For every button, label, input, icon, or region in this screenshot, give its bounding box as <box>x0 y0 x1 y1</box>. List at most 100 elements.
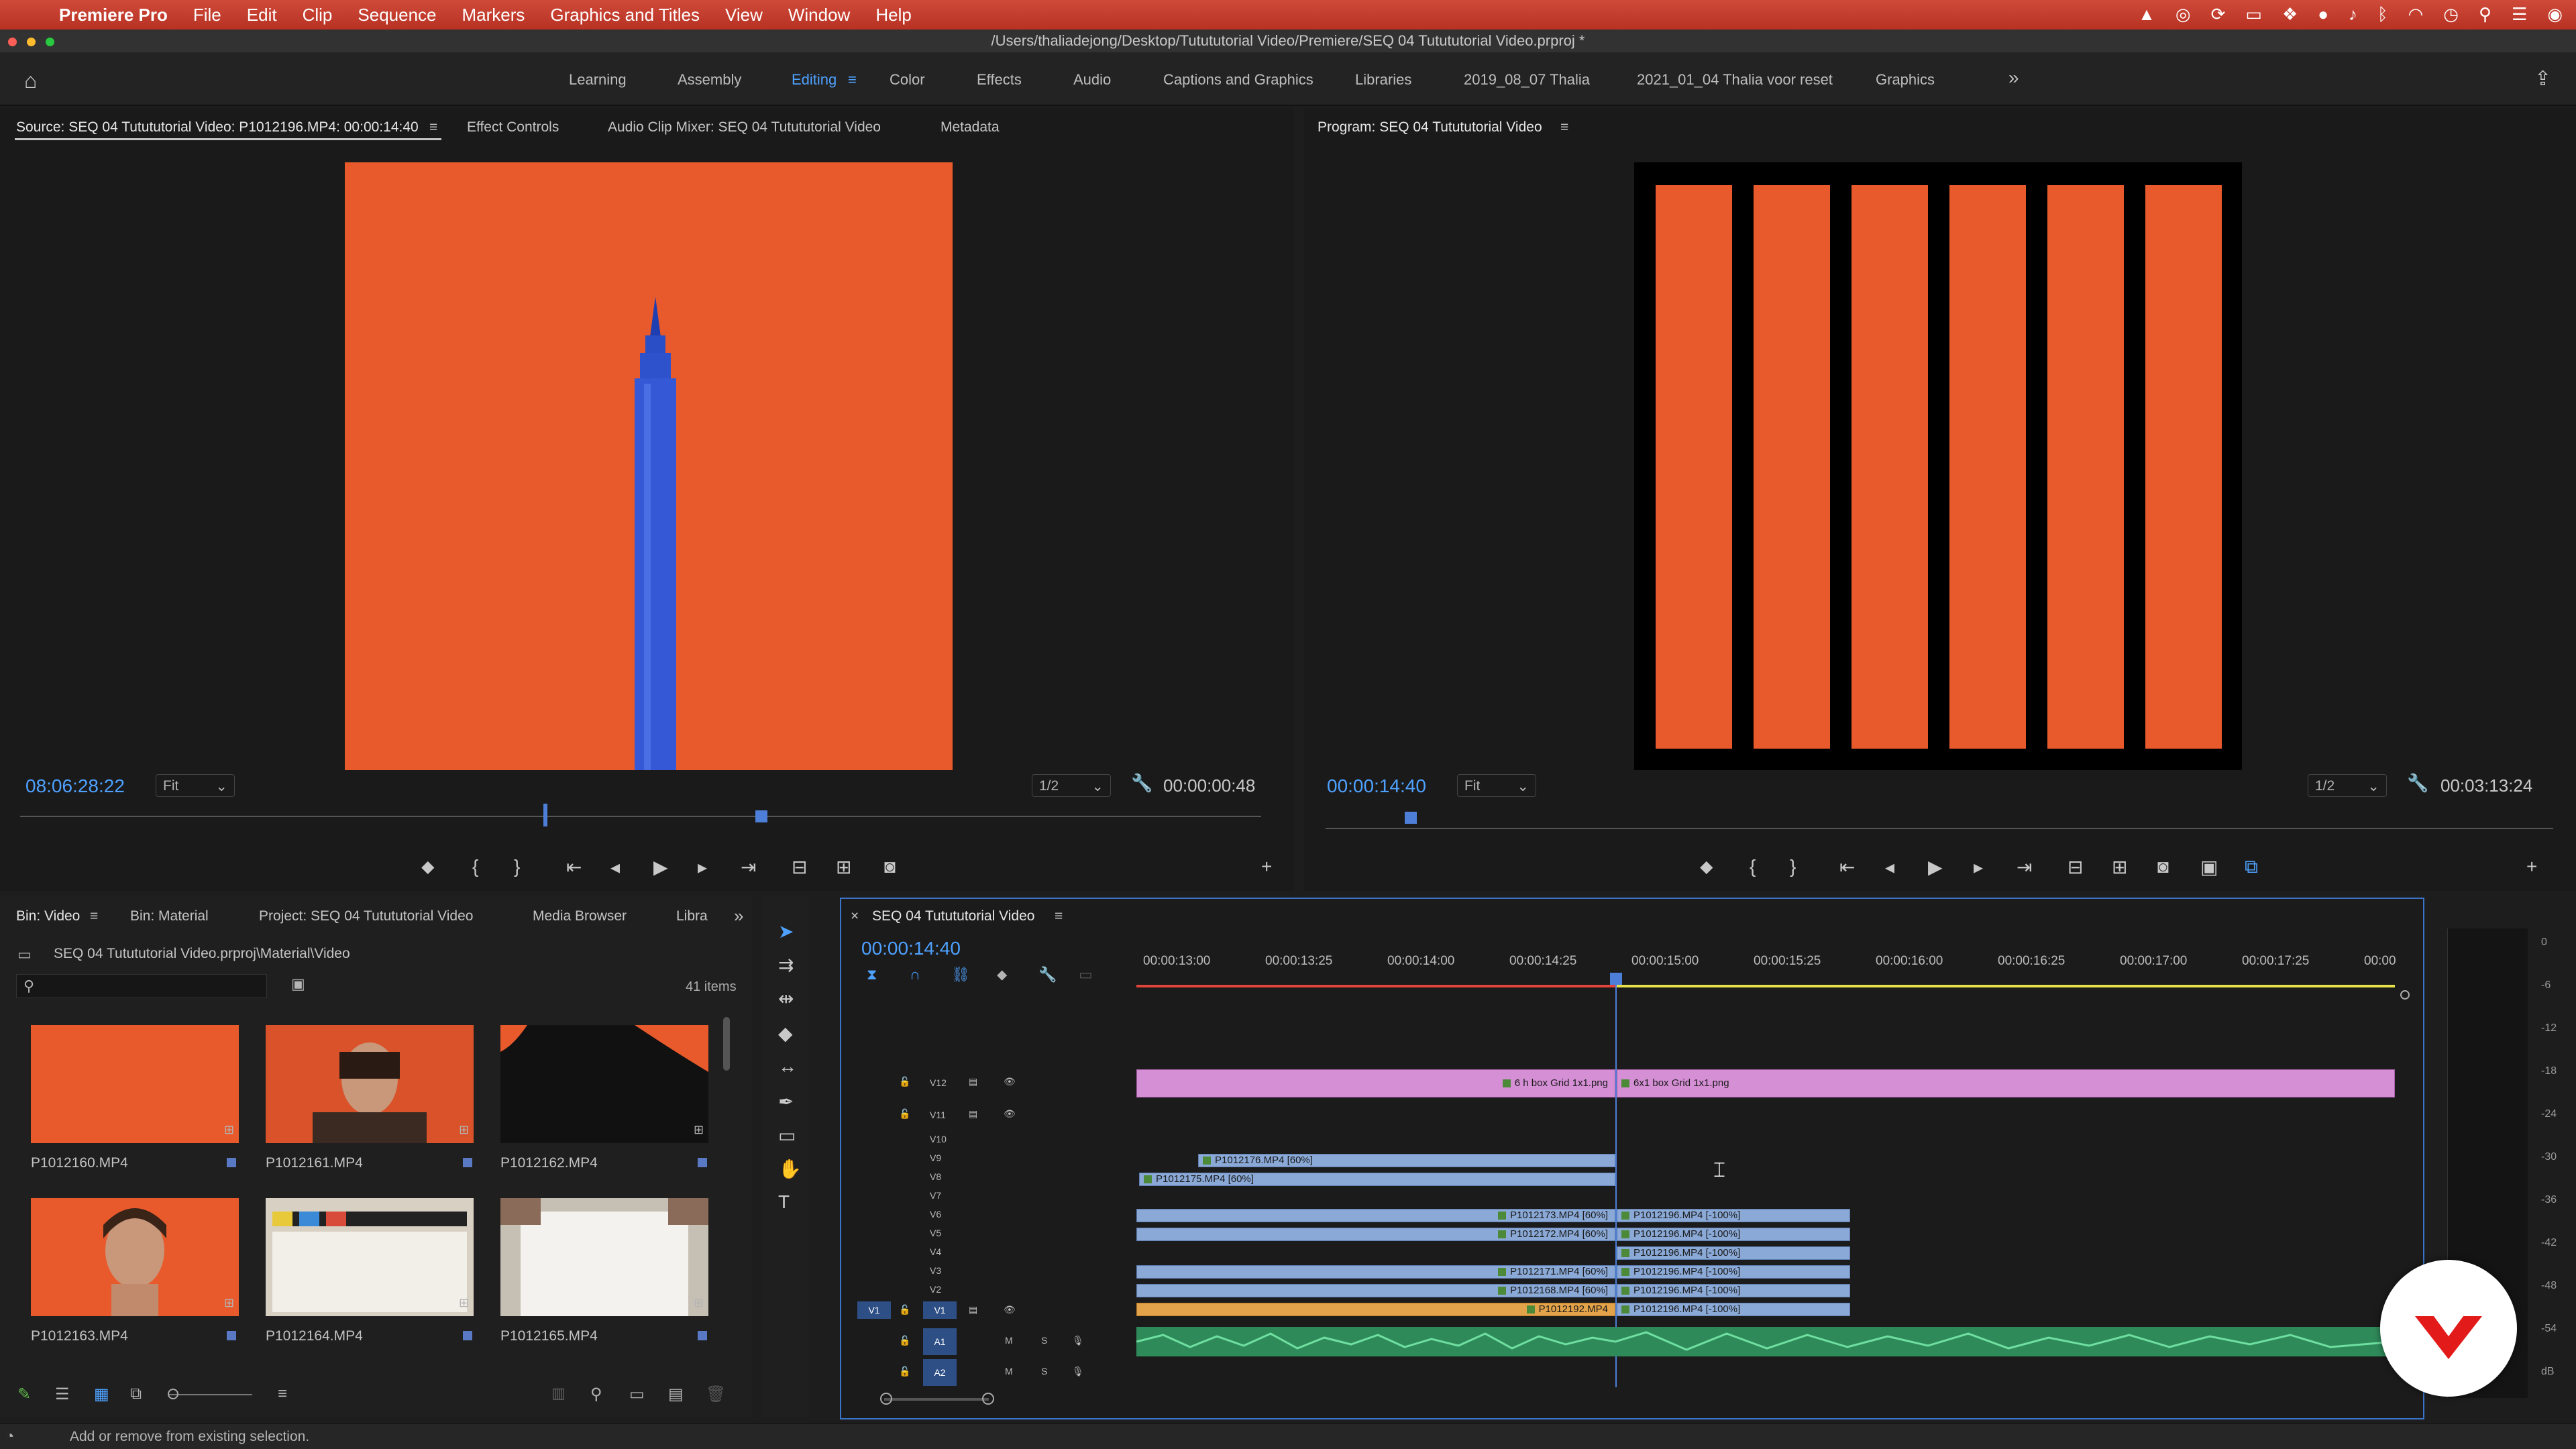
source-fit-dropdown[interactable]: Fit ⌄ <box>156 774 235 797</box>
step-back-icon[interactable]: ◂ <box>610 856 620 878</box>
lift-icon[interactable]: ⊟ <box>2068 856 2083 878</box>
snap-icon[interactable]: ∩ <box>910 966 920 983</box>
timeline-zoom-handle-left[interactable] <box>880 1393 892 1405</box>
mic-icon[interactable]: 🎙 <box>1072 1366 1084 1377</box>
list-view-icon[interactable]: ☰ <box>55 1385 70 1404</box>
more-tabs-icon[interactable]: » <box>734 906 743 926</box>
menu-window[interactable]: Window <box>788 5 850 25</box>
new-bin-icon[interactable]: ▭ <box>629 1385 645 1404</box>
sequence-menu-icon[interactable]: ≡ <box>1055 908 1063 924</box>
lock-icon[interactable]: 🔓 <box>899 1108 910 1120</box>
cone-icon[interactable]: ▲ <box>2138 4 2155 25</box>
type-tool-icon[interactable]: T <box>778 1191 790 1213</box>
proxy-toggle-icon[interactable]: ⧉ <box>2245 856 2258 878</box>
rectangle-tool-icon[interactable]: ▭ <box>778 1124 796 1146</box>
control-center-icon[interactable]: ☰ <box>2512 4 2527 25</box>
extract-icon[interactable]: ⊞ <box>2112 856 2127 878</box>
project-tab[interactable]: Project: SEQ 04 Tutututorial Video <box>259 908 473 924</box>
lock-icon[interactable]: 🔓 <box>899 1076 910 1087</box>
program-timecode[interactable]: 00:00:14:40 <box>1327 775 1426 797</box>
zoom-slider-handle[interactable] <box>168 1389 178 1399</box>
selection-tool-icon[interactable]: ➤ <box>778 920 794 943</box>
thumbnail-p1012163[interactable] <box>31 1198 239 1316</box>
ghost-icon[interactable]: ● <box>2318 4 2328 25</box>
program-mark-in-icon[interactable]: { <box>1750 856 1756 877</box>
timeline-scroll-handle[interactable] <box>2400 990 2410 1000</box>
bin-item-label[interactable]: P1012160.MP4 <box>31 1155 128 1171</box>
bin-material-tab[interactable]: Bin: Material <box>130 908 209 924</box>
eye-icon[interactable]: 👁 <box>1004 1076 1016 1087</box>
program-step-back-icon[interactable]: ◂ <box>1885 856 1894 878</box>
minimize-window-button[interactable] <box>27 38 36 46</box>
lock-icon[interactable]: 🔓 <box>899 1304 910 1316</box>
nest-toggle-icon[interactable]: ⧗ <box>867 966 877 983</box>
eye-icon[interactable]: 👁 <box>1004 1304 1016 1316</box>
thumbnail-p1012161[interactable] <box>266 1025 474 1143</box>
track-label-v4[interactable]: V4 <box>930 1246 941 1257</box>
insert-icon[interactable]: ⊟ <box>792 856 807 878</box>
program-scrubber-track[interactable] <box>1326 828 2553 829</box>
screen-icon[interactable]: ▭ <box>2245 4 2262 25</box>
workspace-assembly[interactable]: Assembly <box>678 71 741 89</box>
thumbnail-p1012164[interactable] <box>266 1198 474 1316</box>
bin-item-label[interactable]: P1012162.MP4 <box>500 1155 598 1171</box>
track-target-v1[interactable]: V1 <box>923 1301 957 1319</box>
track-label-v6[interactable]: V6 <box>930 1209 941 1220</box>
bin-video-menu-icon[interactable]: ≡ <box>90 908 98 924</box>
slip-tool-icon[interactable]: ↔ <box>778 1056 797 1077</box>
metadata-tab[interactable]: Metadata <box>941 119 1000 136</box>
clip-v3-b[interactable]: P1012196.MP4 [-100%] <box>1617 1265 1850 1279</box>
program-play-icon[interactable]: ▶ <box>1928 856 1943 878</box>
menu-view[interactable]: View <box>725 5 763 25</box>
workspace-graphics[interactable]: Graphics <box>1876 71 1935 89</box>
clock-icon[interactable]: ◷ <box>2443 4 2459 25</box>
workspace-learning[interactable]: Learning <box>569 71 627 89</box>
sync-lock-icon[interactable]: ▤ <box>969 1304 977 1316</box>
timeline-horizontal-scrollbar[interactable] <box>884 1398 989 1401</box>
thumbnail-p1012165[interactable] <box>500 1198 708 1316</box>
track-label-v5[interactable]: V5 <box>930 1228 941 1238</box>
new-search-bin-icon[interactable]: ▣ <box>291 975 305 993</box>
lock-icon[interactable]: 🔓 <box>899 1366 910 1377</box>
clip-v5-b[interactable]: P1012196.MP4 [-100%] <box>1617 1228 1850 1241</box>
add-marker-icon[interactable]: ⬥ <box>421 856 435 878</box>
sequence-tab[interactable]: SEQ 04 Tutututorial Video <box>872 908 1034 924</box>
menu-sequence[interactable]: Sequence <box>358 5 436 25</box>
timeline-timecode[interactable]: 00:00:14:40 <box>861 938 961 959</box>
dropbox-icon[interactable]: ❖ <box>2282 4 2298 25</box>
comparison-view-icon[interactable]: ▣ <box>2200 856 2218 878</box>
share-icon[interactable]: ⇪ <box>2534 67 2551 91</box>
source-button-editor-icon[interactable]: + <box>1261 856 1272 877</box>
track-target-a1[interactable]: A1 <box>923 1328 957 1355</box>
media-browser-tab[interactable]: Media Browser <box>533 908 627 924</box>
source-tab-menu-icon[interactable]: ≡ <box>429 119 437 136</box>
siri-icon[interactable]: ◉ <box>2547 4 2563 25</box>
timeline-settings-icon[interactable]: 🔧 <box>1038 966 1057 983</box>
track-label-v7[interactable]: V7 <box>930 1190 941 1201</box>
program-playhead[interactable] <box>1405 812 1417 824</box>
effect-controls-tab[interactable]: Effect Controls <box>467 119 559 136</box>
thumbnail-p1012160[interactable] <box>31 1025 239 1143</box>
menu-clip[interactable]: Clip <box>303 5 333 25</box>
clip-v1-a[interactable]: P1012192.MP4 <box>1136 1303 1615 1316</box>
clip-v5-a[interactable]: P1012172.MP4 [60%] <box>1136 1228 1615 1241</box>
clip-v4-b[interactable]: P1012196.MP4 [-100%] <box>1617 1246 1850 1260</box>
workspace-libraries[interactable]: Libraries <box>1355 71 1411 89</box>
more-workspaces-icon[interactable]: » <box>2008 67 2019 89</box>
bin-scrollbar[interactable] <box>723 1017 730 1071</box>
pen-tool-icon[interactable]: ✒ <box>778 1091 794 1113</box>
icon-view-icon[interactable]: ▦ <box>94 1385 109 1404</box>
mute-button[interactable]: M <box>1005 1335 1013 1346</box>
program-tab-menu-icon[interactable]: ≡ <box>1560 119 1568 136</box>
bin-item-label[interactable]: P1012161.MP4 <box>266 1155 363 1171</box>
wifi-icon[interactable]: ◠ <box>2408 4 2424 25</box>
mic-icon[interactable]: 🎙 <box>1072 1335 1084 1346</box>
volume-icon[interactable]: ♪ <box>2349 4 2357 25</box>
trash-icon[interactable]: 🗑 <box>706 1385 726 1404</box>
solo-button[interactable]: S <box>1041 1335 1047 1346</box>
mark-in-icon[interactable]: { <box>472 856 478 877</box>
export-frame-icon[interactable]: ◙ <box>884 856 896 877</box>
clip-v8[interactable]: P1012175.MP4 [60%] <box>1139 1173 1615 1186</box>
close-window-button[interactable] <box>8 38 17 46</box>
pencil-icon[interactable]: ✎ <box>17 1385 31 1404</box>
